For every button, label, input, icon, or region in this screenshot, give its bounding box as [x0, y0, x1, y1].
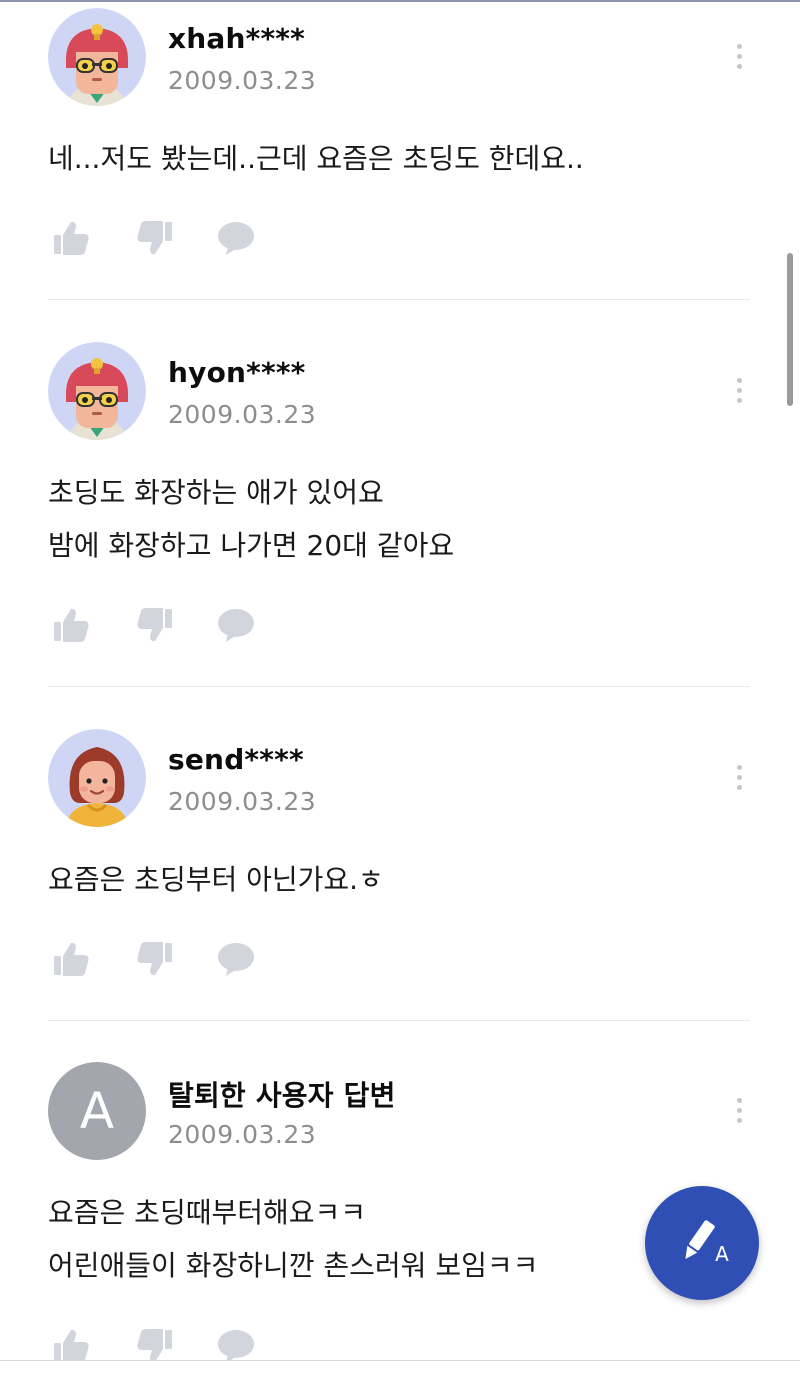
answer-card: A 탈퇴한 사용자 답변 2009.03.23 요즘은 초딩때부터해요ㅋㅋ 어린… — [48, 1062, 750, 1381]
answer-date: 2009.03.23 — [168, 1120, 317, 1149]
answer-text: 초딩도 화장하는 애가 있어요 밤에 화장하고 나가면 20대 같아요 — [48, 466, 454, 572]
speech-bubble-icon[interactable] — [216, 605, 256, 645]
answer-line: 네...저도 봤는데..근데 요즘은 초딩도 한데요.. — [48, 142, 584, 175]
thumbs-down-icon[interactable] — [134, 605, 174, 645]
answer-card: xhah**** 2009.03.23 네...저도 봤는데..근데 요즘은 초… — [48, 8, 750, 300]
speech-bubble-icon[interactable] — [216, 218, 256, 258]
answer-text: 네...저도 봤는데..근데 요즘은 초딩도 한데요.. — [48, 132, 584, 185]
answer-line: 초딩도 화장하는 애가 있어요 — [48, 476, 384, 509]
username[interactable]: send**** — [168, 743, 304, 776]
answer-card: hyon**** 2009.03.23 초딩도 화장하는 애가 있어요 밤에 화… — [48, 342, 750, 687]
username[interactable]: xhah**** — [168, 22, 305, 55]
thumbs-down-icon[interactable] — [134, 218, 174, 258]
thumbs-up-icon[interactable] — [52, 939, 92, 979]
answer-actions — [48, 218, 308, 258]
answer-actions — [48, 939, 308, 979]
more-options-icon[interactable] — [728, 367, 750, 413]
avatar-letter: A — [79, 1082, 115, 1140]
divider — [48, 1020, 750, 1021]
thumbs-up-icon[interactable] — [52, 605, 92, 645]
thumbs-up-icon[interactable] — [52, 218, 92, 258]
answer-date: 2009.03.23 — [168, 400, 317, 429]
username[interactable]: 탈퇴한 사용자 답변 — [168, 1074, 396, 1114]
answer-text: 요즘은 초딩때부터해요ㅋㅋ 어린애들이 화장하니깐 촌스러워 보임ㅋㅋ — [48, 1186, 538, 1292]
more-options-icon[interactable] — [728, 33, 750, 79]
more-options-icon[interactable] — [728, 1087, 750, 1133]
answer-line: 요즘은 초딩부터 아닌가요.ㅎ — [48, 863, 384, 896]
thumbs-down-icon[interactable] — [134, 939, 174, 979]
write-answer-button[interactable]: A — [645, 1186, 759, 1300]
speech-bubble-icon[interactable] — [216, 939, 256, 979]
avatar[interactable] — [48, 8, 146, 106]
avatar[interactable]: A — [48, 1062, 146, 1160]
more-options-icon[interactable] — [728, 754, 750, 800]
fab-letter: A — [715, 1242, 729, 1266]
answer-text: 요즘은 초딩부터 아닌가요.ㅎ — [48, 853, 384, 906]
divider — [48, 686, 750, 687]
answer-date: 2009.03.23 — [168, 66, 317, 95]
avatar[interactable] — [48, 342, 146, 440]
answer-line: 밤에 화장하고 나가면 20대 같아요 — [48, 529, 455, 562]
scrollbar-thumb[interactable] — [787, 253, 793, 406]
avatar[interactable] — [48, 729, 146, 827]
username[interactable]: hyon**** — [168, 356, 306, 389]
answer-card: send**** 2009.03.23 요즘은 초딩부터 아닌가요.ㅎ — [48, 729, 750, 1021]
top-border — [0, 0, 800, 2]
answer-date: 2009.03.23 — [168, 787, 317, 816]
bottom-bar — [0, 1361, 800, 1381]
answer-line: 어린애들이 화장하니깐 촌스러워 보임ㅋㅋ — [48, 1249, 539, 1282]
divider — [48, 299, 750, 300]
answer-actions — [48, 605, 308, 645]
answer-line: 요즘은 초딩때부터해요ㅋㅋ — [48, 1196, 367, 1229]
